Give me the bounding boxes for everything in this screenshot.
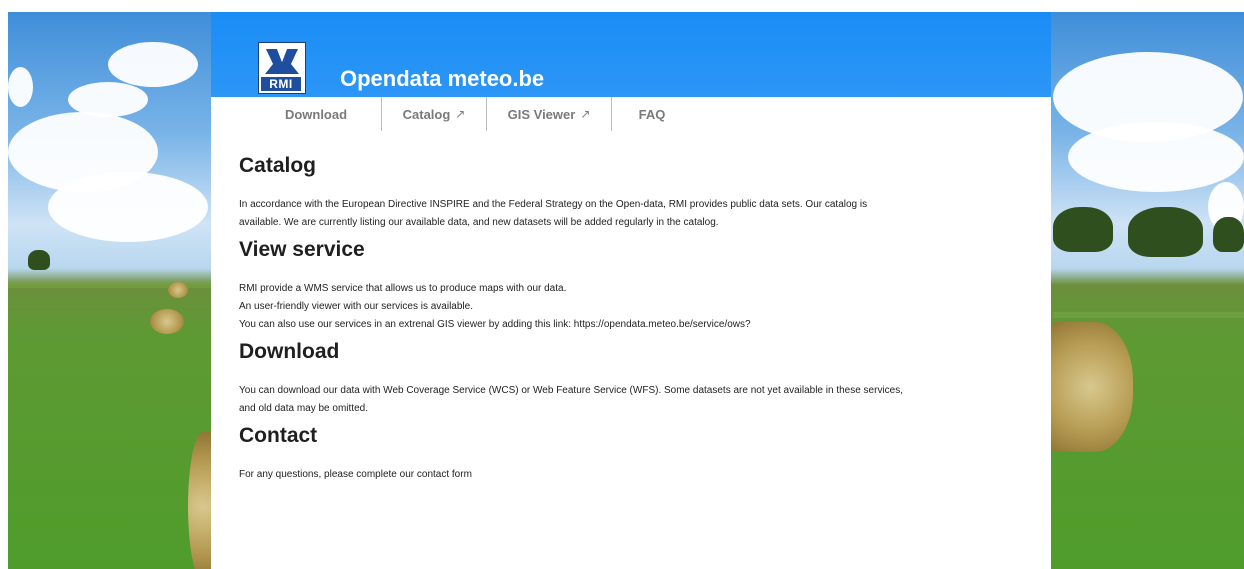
nav-item-faq[interactable]: FAQ [612,97,692,131]
section-heading-contact: Contact [239,424,318,447]
nav-item-label: FAQ [638,106,666,122]
section-catalog: Catalog In accordance with the European … [239,154,1029,232]
rmi-logo[interactable]: RMI [258,42,306,94]
section-contact: Contact For any questions, please comple… [239,424,1029,484]
section-heading-view-service: View service [239,238,365,261]
rmi-logo-mark-icon [265,49,299,74]
nav-item-label: Catalog [402,106,451,122]
nav-item-label: Download [284,106,348,122]
contact-text-line: For any questions, please complete our c… [239,469,472,480]
view-service-text-line: An user-friendly viewer with our service… [239,301,473,312]
page-content: Catalog In accordance with the European … [239,154,1029,484]
view-service-text-line: RMI provide a WMS service that allows us… [239,283,567,294]
catalog-text-line: In accordance with the European Directiv… [239,199,868,210]
external-link-icon: ↗ [455,107,466,121]
download-text-line: and old data may be omitted. [239,403,368,414]
main-nav: Download Catalog ↗ GIS Viewer ↗ FAQ [251,97,692,131]
nav-item-catalog[interactable]: Catalog ↗ [382,97,486,131]
download-text-line: You can download our data with Web Cover… [239,385,904,396]
view-service-text-line: You can also use our services in an extr… [239,319,751,330]
nav-item-gis-viewer[interactable]: GIS Viewer ↗ [487,97,611,131]
section-view-service: View service RMI provide a WMS service t… [239,238,1029,334]
site-header: RMI Opendata meteo.be [211,12,1051,97]
catalog-text-line: available. We are currently listing our … [239,217,719,228]
section-heading-catalog: Catalog [239,154,317,177]
external-link-icon: ↗ [580,107,591,121]
site-title[interactable]: Opendata meteo.be [340,66,544,92]
rmi-logo-text: RMI [261,77,301,91]
main-panel: RMI Opendata meteo.be Download Catalog ↗… [211,12,1051,569]
section-download: Download You can download our data with … [239,340,1029,418]
nav-item-label: GIS Viewer [507,106,576,122]
section-heading-download: Download [239,340,340,363]
nav-item-download[interactable]: Download [251,97,381,131]
